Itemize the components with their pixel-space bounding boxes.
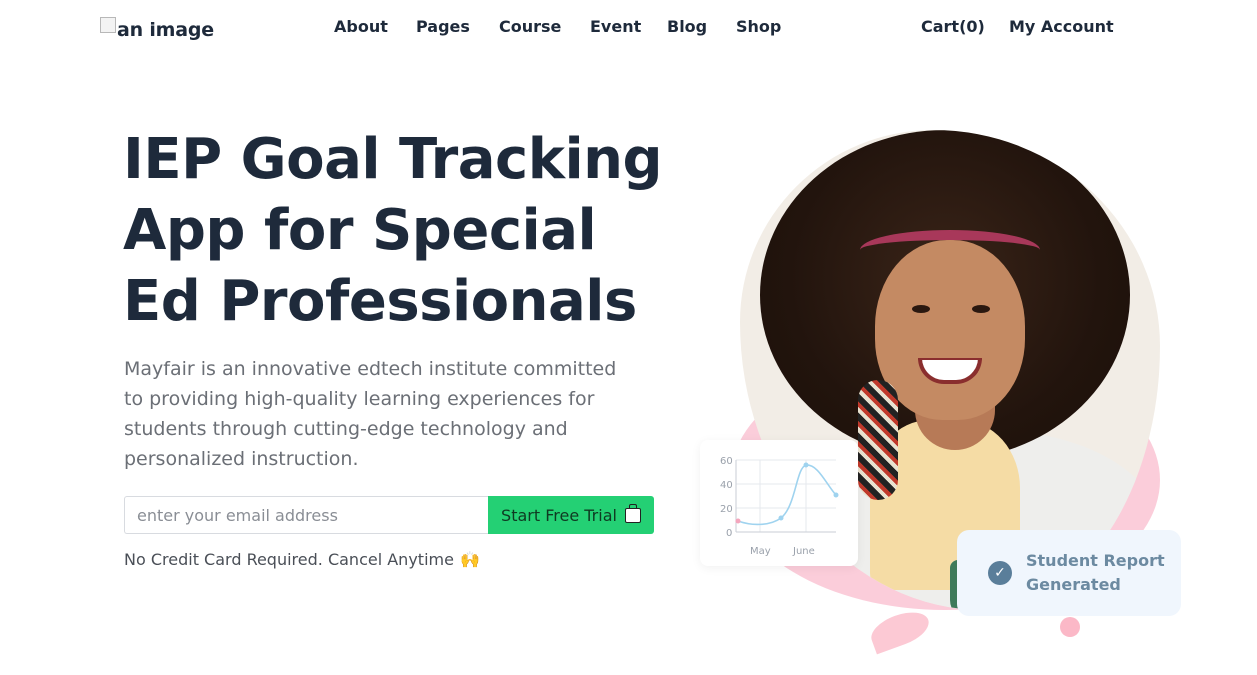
photo-eye-right [972,305,990,313]
note-text: No Credit Card Required. Cancel Anytime [124,550,454,569]
nav-course[interactable]: Course [499,17,561,36]
raised-hands-icon: 🙌 [459,550,480,569]
hero-title: IEP Goal Tracking App for Special Ed Pro… [123,124,683,337]
photo-scarf [858,380,898,500]
no-credit-card-note: No Credit Card Required. Cancel Anytime … [124,550,480,569]
check-circle-icon: ✓ [988,561,1012,585]
nav-blog[interactable]: Blog [667,17,707,36]
hero-visual: 60 40 20 0 May June ✓ Student Report Gen… [700,120,1220,660]
broken-image-icon [100,17,116,33]
data-point [833,492,839,498]
nav-event[interactable]: Event [590,17,641,36]
cart-link[interactable]: Cart(0) [921,17,985,36]
hero-title-line: IEP Goal Tracking [123,127,663,192]
logo-alt-text: an image [117,19,214,41]
student-report-card: ✓ Student Report Generated [957,530,1181,616]
hero-description: Mayfair is an innovative edtech institut… [124,354,664,474]
photo-eye-left [912,305,930,313]
hero-title-line: App for Special [123,198,597,263]
nav-shop[interactable]: Shop [736,17,781,36]
my-account-link[interactable]: My Account [1009,17,1114,36]
x-tick-label: May [750,546,771,557]
report-label-line: Student Report [1026,551,1165,570]
report-label: Student Report Generated [1026,549,1165,597]
data-point [778,515,784,521]
description-line: personalized instruction. [124,448,359,470]
y-tick-label: 20 [720,504,733,515]
report-label-line: Generated [1026,575,1121,594]
hero-title-line: Ed Professionals [123,269,637,334]
data-point [803,462,809,468]
y-tick-label: 60 [720,456,733,467]
mini-line-chart: 60 40 20 0 May June [720,456,839,557]
y-tick-label: 40 [720,480,733,491]
start-free-trial-button[interactable]: Start Free Trial [488,496,654,534]
logo[interactable]: an image [100,13,214,41]
photo-headband [860,230,1040,270]
trend-line [737,464,837,526]
signup-form: Start Free Trial [124,496,654,534]
pink-dot-decoration [1060,617,1080,637]
email-input[interactable] [124,496,488,534]
description-line: students through cutting-edge technology… [124,418,568,440]
pink-splash-decoration [866,605,934,655]
data-point [735,518,741,524]
nav-about[interactable]: About [334,17,388,36]
chart-card: 60 40 20 0 May June [700,440,858,566]
briefcase-icon [624,503,641,523]
nav-pages[interactable]: Pages [416,17,470,36]
y-tick-label: 0 [726,528,732,539]
x-tick-label: June [792,546,815,557]
description-line: to providing high-quality learning exper… [124,388,595,410]
description-line: Mayfair is an innovative edtech institut… [124,358,617,380]
cta-label: Start Free Trial [501,505,617,525]
